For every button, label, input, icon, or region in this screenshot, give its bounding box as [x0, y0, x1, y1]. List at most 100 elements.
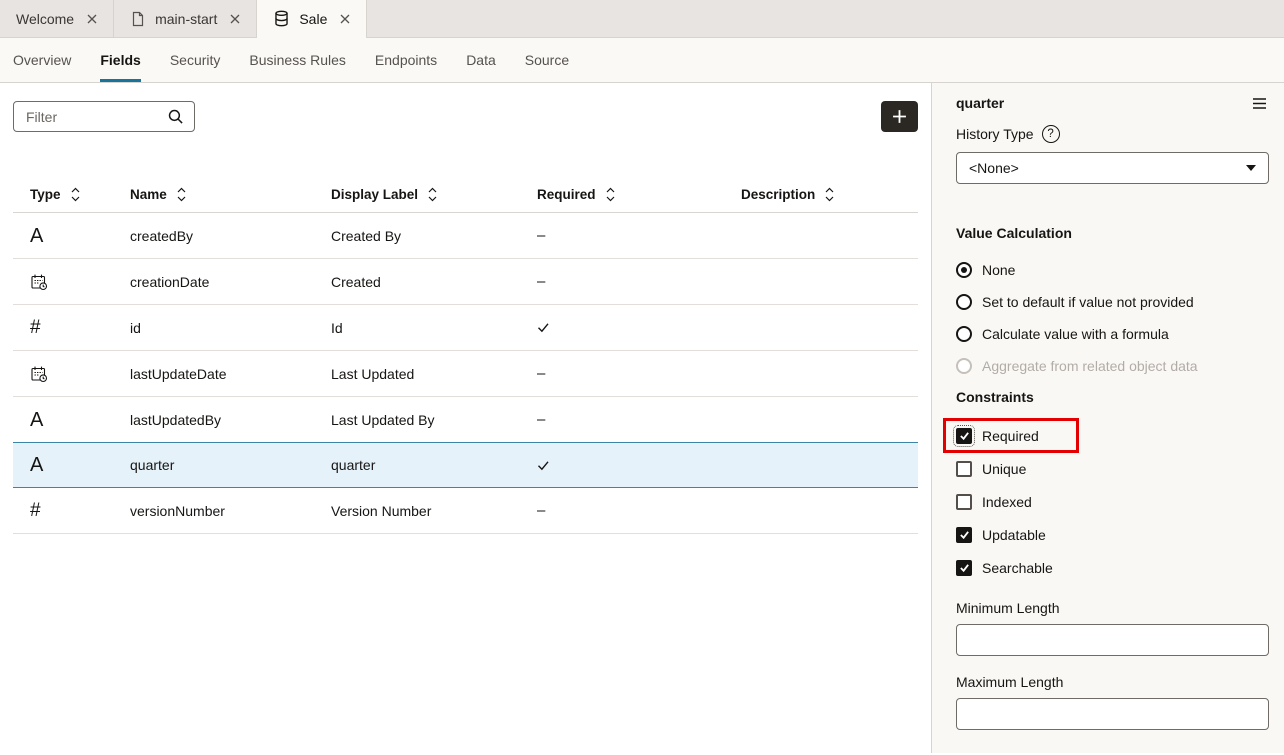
radio-option-set-to-default-if-value-not-provided[interactable]: Set to default if value not provided: [956, 293, 1269, 311]
fields-main-area: Type Name Display Label Required Description…: [0, 83, 931, 753]
checkbox[interactable]: [956, 560, 972, 576]
tab-security[interactable]: Security: [170, 38, 221, 82]
tab-fields[interactable]: Fields: [100, 38, 140, 82]
radio-button[interactable]: [956, 326, 972, 342]
table-row-lastupdatedate[interactable]: lastUpdateDateLast Updated–: [13, 351, 918, 397]
window-tab-sale[interactable]: Sale: [257, 0, 367, 37]
datetime-type-icon: [30, 365, 130, 383]
cell-type: A: [30, 410, 130, 430]
radio-option-none[interactable]: None: [956, 261, 1269, 279]
cell-required: [537, 322, 741, 333]
window-tab-welcome[interactable]: Welcome: [0, 0, 114, 37]
radio-label: Calculate value with a formula: [982, 326, 1169, 342]
cell-type: #: [30, 318, 130, 337]
cell-display-label: quarter: [331, 457, 537, 473]
tab-source[interactable]: Source: [525, 38, 569, 82]
cell-name: quarter: [130, 457, 331, 473]
cell-required: –: [537, 502, 741, 519]
sort-icon[interactable]: [825, 187, 834, 202]
radio-label: Aggregate from related object data: [982, 358, 1198, 374]
cell-type: [30, 365, 130, 383]
not-required-dash: –: [537, 365, 545, 382]
column-label: Name: [130, 187, 167, 202]
radio-button[interactable]: [956, 294, 972, 310]
table-row-versionnumber[interactable]: # versionNumberVersion Number–: [13, 488, 918, 534]
database-icon: [273, 10, 290, 27]
close-icon[interactable]: [340, 14, 350, 24]
fields-table-header: Type Name Display Label Required Description: [13, 176, 918, 213]
cell-display-label: Created: [331, 274, 537, 290]
filter-input-wrapper: [13, 101, 195, 132]
radio-option-calculate-value-with-a-formula[interactable]: Calculate value with a formula: [956, 325, 1269, 343]
fields-table-body: AcreatedByCreated By–creationDateCreated…: [13, 213, 918, 534]
checkbox[interactable]: [956, 428, 972, 444]
filter-input[interactable]: [24, 108, 167, 126]
constraints-options: Required Unique Indexed Updatable Searchable: [956, 427, 1269, 577]
number-type-icon: #: [30, 500, 41, 521]
column-header-required: Required: [537, 187, 741, 202]
cell-required: [537, 460, 741, 471]
chevron-down-icon: [1246, 165, 1256, 171]
checkbox-option-indexed[interactable]: Indexed: [956, 493, 1269, 511]
sort-icon[interactable]: [428, 187, 437, 202]
column-header-description: Description: [741, 187, 918, 202]
tab-endpoints[interactable]: Endpoints: [375, 38, 437, 82]
close-icon[interactable]: [230, 14, 240, 24]
sort-icon[interactable]: [71, 187, 80, 202]
window-tab-label: Welcome: [16, 11, 74, 27]
column-label: Display Label: [331, 187, 418, 202]
text-type-icon: A: [30, 225, 43, 247]
add-field-button[interactable]: [881, 101, 918, 132]
table-row-lastupdatedby[interactable]: AlastUpdatedByLast Updated By–: [13, 397, 918, 443]
table-row-createdby[interactable]: AcreatedByCreated By–: [13, 213, 918, 259]
table-row-quarter[interactable]: Aquarterquarter: [13, 442, 918, 488]
tab-overview[interactable]: Overview: [13, 38, 71, 82]
table-row-id[interactable]: #idId: [13, 305, 918, 351]
text-type-icon: A: [30, 454, 43, 476]
cell-name: versionNumber: [130, 503, 331, 519]
maximum-length-input[interactable]: [956, 698, 1269, 730]
cell-name: lastUpdateDate: [130, 366, 331, 382]
checkbox-option-unique[interactable]: Unique: [956, 460, 1269, 478]
window-tab-label: Sale: [299, 11, 327, 27]
cell-display-label: Version Number: [331, 503, 537, 519]
constraints-heading: Constraints: [956, 389, 1269, 405]
checkbox-label: Unique: [982, 461, 1026, 477]
fields-toolbar: [13, 101, 918, 132]
required-check-icon: [537, 322, 741, 333]
checkbox[interactable]: [956, 527, 972, 543]
cell-required: –: [537, 227, 741, 244]
field-properties-panel: quarter History Type ? <None> Value Calc…: [931, 83, 1284, 753]
cell-name: creationDate: [130, 274, 331, 290]
close-icon[interactable]: [87, 14, 97, 24]
tab-business-rules[interactable]: Business Rules: [249, 38, 346, 82]
checkbox-label: Required: [982, 428, 1039, 444]
history-type-select[interactable]: <None>: [956, 152, 1269, 184]
not-required-dash: –: [537, 273, 545, 290]
tab-data[interactable]: Data: [466, 38, 496, 82]
minimum-length-input[interactable]: [956, 624, 1269, 656]
column-label: Required: [537, 187, 596, 202]
menu-icon[interactable]: [1250, 95, 1269, 112]
page-icon: [130, 11, 146, 27]
table-row-creationdate[interactable]: creationDateCreated–: [13, 259, 918, 305]
fields-table: Type Name Display Label Required Description…: [13, 176, 918, 534]
checkbox-option-required[interactable]: Required: [956, 427, 1269, 445]
sort-icon[interactable]: [177, 187, 186, 202]
object-nav-tabs: Overview Fields Security Business Rules Endp…: [0, 38, 1284, 83]
column-label: Type: [30, 187, 61, 202]
checkbox[interactable]: [956, 461, 972, 477]
checkbox-label: Updatable: [982, 527, 1046, 543]
checkbox-option-searchable[interactable]: Searchable: [956, 559, 1269, 577]
checkbox[interactable]: [956, 494, 972, 510]
window-tab-main-start[interactable]: main-start: [114, 0, 257, 37]
radio-button: [956, 358, 972, 374]
maximum-length-label: Maximum Length: [956, 674, 1269, 690]
cell-name: createdBy: [130, 228, 331, 244]
radio-button[interactable]: [956, 262, 972, 278]
search-icon: [167, 108, 184, 125]
radio-label: Set to default if value not provided: [982, 294, 1194, 310]
sort-icon[interactable]: [606, 187, 615, 202]
help-icon[interactable]: ?: [1042, 125, 1060, 143]
checkbox-option-updatable[interactable]: Updatable: [956, 526, 1269, 544]
